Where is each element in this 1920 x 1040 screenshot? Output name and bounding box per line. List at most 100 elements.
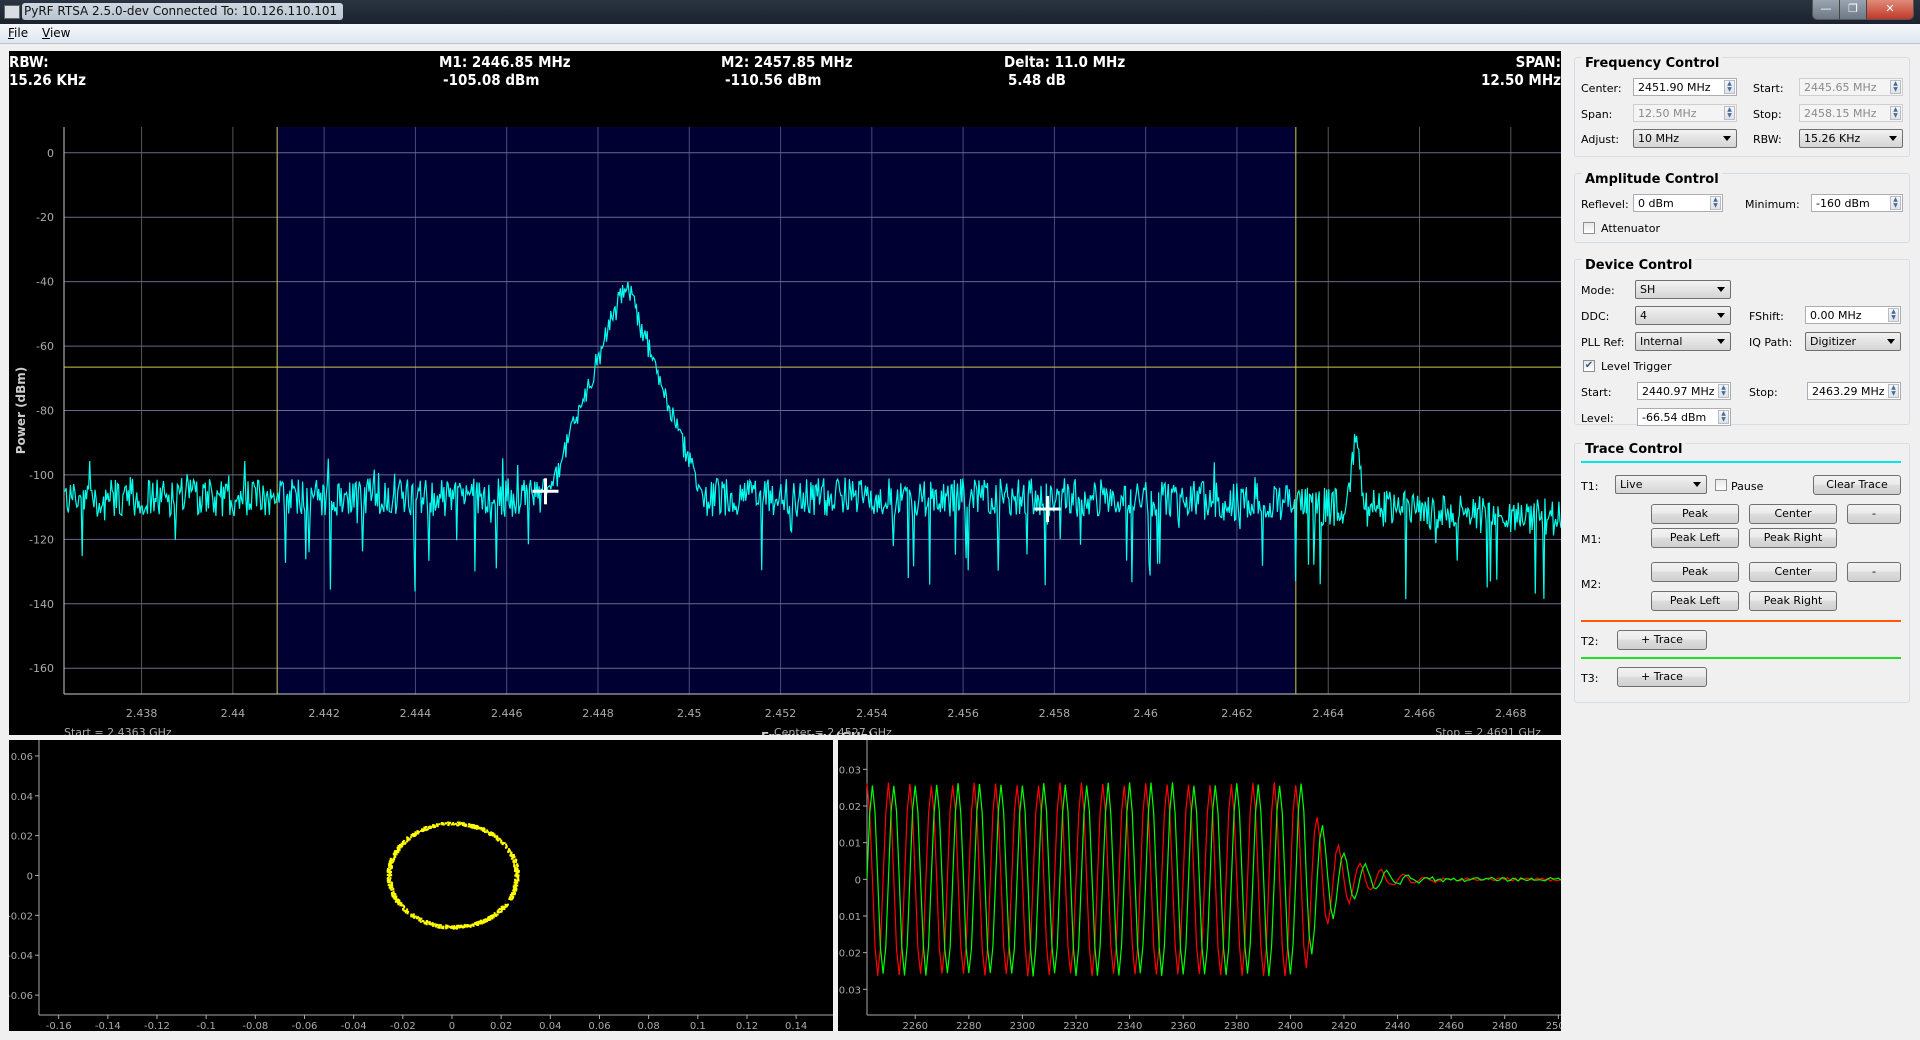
x-tick-label: 2.438 (126, 707, 158, 720)
reflevel-input[interactable]: 0 dBm ▲ ▼ (1633, 194, 1723, 212)
iq-point (436, 824, 439, 827)
iq-point (398, 848, 401, 851)
iq-point (453, 925, 456, 928)
spin-arrows-icon[interactable]: ▲ ▼ (1724, 106, 1735, 120)
iq-point (405, 840, 408, 843)
ddc-label: DDC: (1581, 310, 1610, 323)
iq-point (432, 923, 435, 926)
spin-arrows-icon[interactable]: ▲ ▼ (1890, 80, 1901, 94)
spectrum-plot[interactable]: 2.438 2.44 2.442 2.444 2.446 2.448 2.45 2.452 2.… (9, 51, 1561, 735)
iq-point (396, 900, 399, 903)
attenuator-checkbox[interactable] (1583, 222, 1595, 234)
iq-point (435, 925, 438, 928)
t3-add-trace-button[interactable]: + Trace (1617, 667, 1707, 687)
iq-point (514, 861, 517, 864)
stop-frequency-input[interactable]: 2458.15 MHz ▲ ▼ (1799, 104, 1903, 122)
iq-point (395, 895, 398, 898)
clear-trace-button[interactable]: Clear Trace (1813, 475, 1901, 495)
spin-arrows-icon[interactable]: ▲ ▼ (1718, 410, 1729, 424)
reflevel-value: 0 dBm (1638, 197, 1674, 210)
x-tick-label: 2.452 (765, 707, 797, 720)
iq-point (438, 823, 441, 826)
time-x-tick-label: 2500 (1546, 1021, 1561, 1031)
iq-point (400, 902, 403, 905)
m1-peak-left-button[interactable]: Peak Left (1651, 528, 1739, 548)
iq-y-tick-label: 0.02 (11, 832, 33, 843)
iq-point (516, 880, 519, 883)
spin-arrows-icon[interactable]: ▲ ▼ (1888, 308, 1899, 322)
trace-control-title: Trace Control (1582, 442, 1686, 457)
iq-svg[interactable]: -0.16 -0.14 -0.12 -0.1 -0.08 -0.06 -0.04 -0.02 0… (7, 740, 833, 1032)
level-trigger-checkbox[interactable]: ✔ (1583, 360, 1595, 372)
m2-remove-button[interactable]: - (1847, 562, 1901, 582)
spectrum-svg[interactable]: 2.438 2.44 2.442 2.444 2.446 2.448 2.45 2.452 2.… (9, 51, 1561, 735)
trigger-start-input[interactable]: 2440.97 MHz ▲ ▼ (1637, 382, 1731, 400)
iq-point (514, 868, 517, 871)
pause-checkbox[interactable] (1715, 479, 1727, 491)
t2-add-trace-button[interactable]: + Trace (1617, 630, 1707, 650)
iq-point (517, 869, 520, 872)
fshift-input[interactable]: 0.00 MHz ▲ ▼ (1805, 306, 1901, 324)
m1-center-button[interactable]: Center (1749, 504, 1837, 524)
center-frequency-input[interactable]: 2451.90 MHz ▲ ▼ (1633, 78, 1737, 96)
spin-arrows-icon[interactable]: ▲ ▼ (1718, 384, 1729, 398)
spin-arrows-icon[interactable]: ▲ ▼ (1724, 80, 1735, 94)
trigger-stop-input[interactable]: 2463.29 MHz ▲ ▼ (1807, 382, 1901, 400)
iq-point (514, 883, 517, 886)
menu-view[interactable]: View (42, 26, 70, 40)
iq-point (504, 846, 507, 849)
time-svg[interactable]: 2260 2280 2300 2320 2340 2360 2380 2400 2420 2440… (835, 740, 1571, 1032)
menu-file[interactable]: File (8, 26, 28, 40)
iq-point (463, 923, 466, 926)
iq-point (452, 821, 455, 824)
level-trigger-label: Level Trigger (1601, 360, 1672, 373)
adjust-select[interactable]: 10 MHz (1633, 129, 1737, 148)
minimum-label: Minimum: (1745, 198, 1800, 211)
iq-point (501, 843, 504, 846)
minimum-input[interactable]: -160 dBm ▲ ▼ (1811, 194, 1903, 212)
m2-label: M2: (1581, 578, 1602, 591)
t1-mode-select[interactable]: Live (1615, 475, 1707, 494)
ddc-select-value: 4 (1640, 309, 1647, 322)
mode-select[interactable]: SH (1635, 280, 1731, 299)
m2-peak-right-button[interactable]: Peak Right (1749, 591, 1837, 611)
iq-point (508, 896, 511, 899)
pll-ref-select[interactable]: Internal (1635, 332, 1731, 351)
trigger-level-input[interactable]: -66.54 dBm ▲ ▼ (1637, 408, 1731, 426)
iq-path-select[interactable]: Digitizer (1805, 332, 1901, 351)
iq-point (423, 921, 426, 924)
iq-point (487, 918, 490, 921)
iq-point (441, 823, 444, 826)
iq-x-tick-label: 0.14 (785, 1021, 807, 1031)
time-x-tick-label: 2280 (956, 1021, 981, 1031)
fshift-value: 0.00 MHz (1810, 309, 1862, 322)
m1-peak-button[interactable]: Peak (1651, 504, 1739, 524)
trace-control-group: Trace Control T1: Live Pause Clear Trace… (1574, 442, 1910, 703)
spin-arrows-icon[interactable]: ▲ ▼ (1710, 196, 1721, 210)
x-tick-label: 2.46 (1133, 707, 1158, 720)
m1-peak-right-button[interactable]: Peak Right (1749, 528, 1837, 548)
minimize-button[interactable]: — (1813, 0, 1840, 19)
y-tick-label: -40 (36, 276, 54, 289)
time-x-tick-label: 2320 (1063, 1021, 1088, 1031)
iq-path-select-value: Digitizer (1810, 335, 1856, 348)
iq-x-tick-label: -0.12 (144, 1021, 170, 1031)
time-domain-plot[interactable]: 2260 2280 2300 2320 2340 2360 2380 2400 2420 2440… (835, 740, 1571, 1032)
spin-arrows-icon[interactable]: ▲ ▼ (1890, 106, 1901, 120)
close-button[interactable]: ✕ (1867, 0, 1913, 19)
m1-remove-button[interactable]: - (1847, 504, 1901, 524)
spin-arrows-icon[interactable]: ▲ ▼ (1890, 196, 1901, 210)
iq-constellation-plot[interactable]: -0.16 -0.14 -0.12 -0.1 -0.08 -0.06 -0.04 -0.02 0… (7, 740, 833, 1032)
iq-point (516, 872, 519, 875)
ddc-select[interactable]: 4 (1635, 306, 1731, 325)
span-input[interactable]: 12.50 MHz ▲ ▼ (1633, 104, 1737, 122)
rbw-select[interactable]: 15.26 KHz (1799, 129, 1903, 148)
m2-center-button[interactable]: Center (1749, 562, 1837, 582)
y-tick-label: -160 (29, 662, 54, 675)
spin-arrows-icon[interactable]: ▲ ▼ (1888, 384, 1899, 398)
start-frequency-input[interactable]: 2445.65 MHz ▲ ▼ (1799, 78, 1903, 96)
iq-point (467, 924, 470, 927)
maximize-button[interactable]: ❐ (1840, 0, 1867, 19)
m2-peak-left-button[interactable]: Peak Left (1651, 591, 1739, 611)
m2-peak-button[interactable]: Peak (1651, 562, 1739, 582)
